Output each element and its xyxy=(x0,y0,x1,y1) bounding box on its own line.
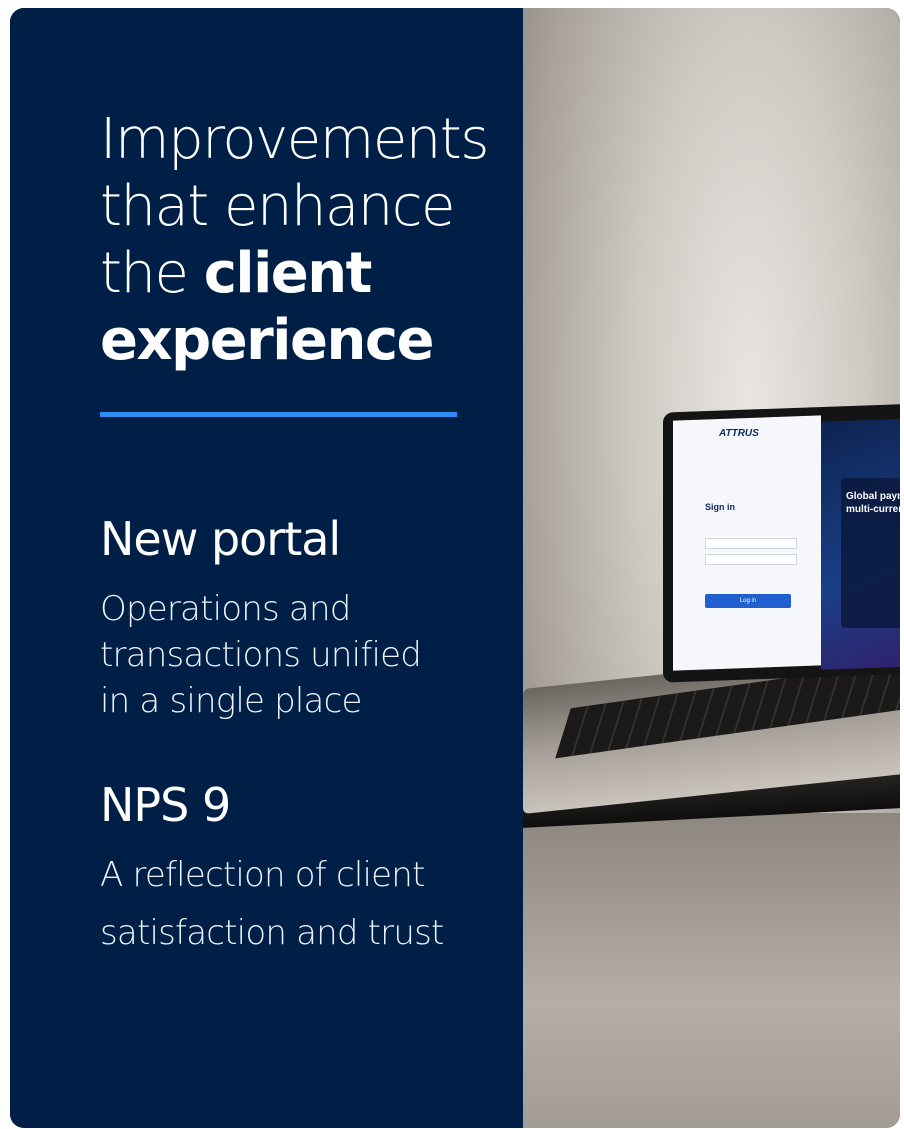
screen-login-button: Log in xyxy=(705,594,791,608)
stat-title-nps: NPS 9 xyxy=(100,778,231,832)
headline-line-3-prefix: the xyxy=(100,241,204,306)
promo-card: Improvements that enhance the client exp… xyxy=(10,8,900,1128)
screen-email-field xyxy=(705,538,797,549)
stat-desc-line: transactions unified xyxy=(100,635,422,675)
headline: Improvements that enhance the client exp… xyxy=(100,106,500,374)
text-panel: Improvements that enhance the client exp… xyxy=(10,8,523,1128)
headline-line-4: experience xyxy=(100,307,500,374)
screen-logo: ATTRUS xyxy=(719,428,759,439)
stat-desc-line: Operations and xyxy=(100,589,351,629)
accent-divider xyxy=(100,412,457,417)
headline-line-3-bold: client xyxy=(203,241,373,306)
screen-hero-title-2: multi-curren xyxy=(846,504,900,515)
stat-title-new-portal: New portal xyxy=(100,512,341,566)
stat-desc-new-portal: Operations and transactions unified in a… xyxy=(100,586,500,724)
headline-line-2: that enhance xyxy=(100,174,456,239)
stat-desc-nps: A reflection of client satisfaction and … xyxy=(100,846,500,962)
headline-line-1: Improvements xyxy=(100,107,489,172)
stat-desc-line: satisfaction and trust xyxy=(100,913,444,953)
screen-hero-title-1: Global paym xyxy=(846,491,900,502)
screen-hero-title: Global paym multi-curren xyxy=(846,490,900,516)
stat-desc-line: in a single place xyxy=(100,681,362,721)
screen-signin-title: Sign in xyxy=(705,502,735,512)
laptop-photo: ATTRUS Sign in Log in Global paym multi-… xyxy=(523,8,900,1128)
screen-password-field xyxy=(705,554,797,565)
headline-line-4-bold: experience xyxy=(100,308,435,373)
desk-surface xyxy=(523,813,900,1128)
stat-desc-line: A reflection of client xyxy=(100,855,425,895)
headline-line-3: the client xyxy=(100,240,500,307)
